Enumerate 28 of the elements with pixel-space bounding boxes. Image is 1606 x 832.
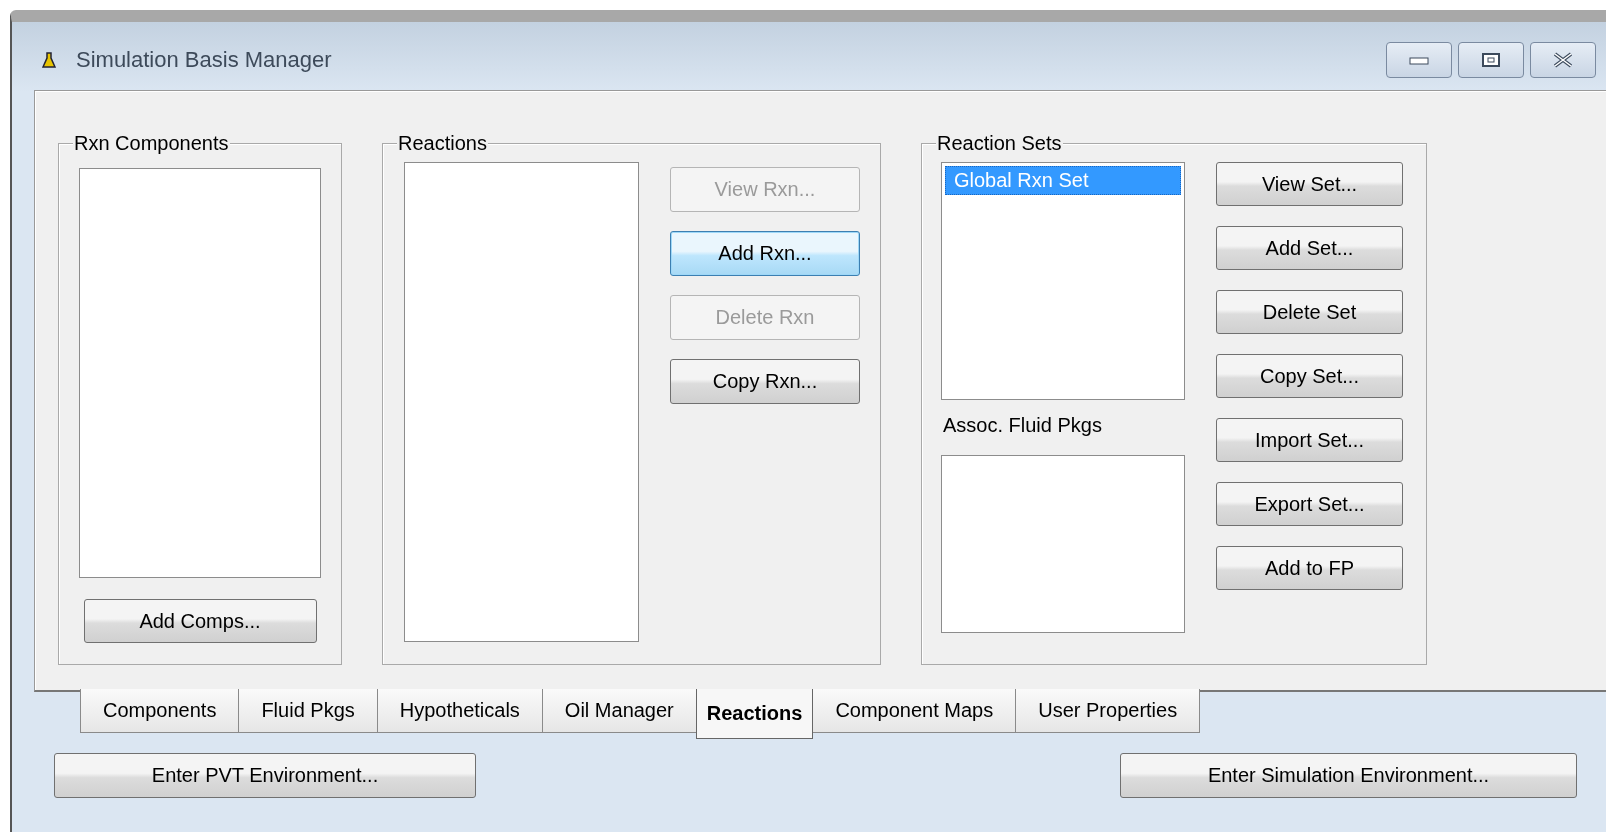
maximize-icon [1481, 52, 1501, 68]
minimize-icon [1409, 55, 1429, 65]
set-button[interactable]: Export Set... [1216, 482, 1403, 526]
tab[interactable]: User Properties [1015, 689, 1201, 733]
set-button[interactable]: Delete Set [1216, 290, 1403, 334]
minimize-button[interactable] [1386, 42, 1452, 78]
close-button[interactable] [1530, 42, 1596, 78]
tab[interactable]: Fluid Pkgs [238, 689, 378, 733]
tab[interactable]: Component Maps [812, 689, 1017, 733]
reaction-button[interactable]: Add Rxn... [670, 231, 860, 276]
set-button[interactable]: Copy Set... [1216, 354, 1403, 398]
tab[interactable]: Reactions [695, 689, 814, 739]
environment-button[interactable]: Enter PVT Environment... [54, 753, 476, 798]
add-comps-button[interactable]: Add Comps... [83, 599, 317, 643]
set-button[interactable]: Import Set... [1216, 418, 1403, 462]
environment-button[interactable]: Enter Simulation Environment... [1120, 753, 1577, 798]
reaction-button[interactable]: Copy Rxn... [670, 359, 860, 404]
tab[interactable]: Components [80, 689, 240, 733]
set-button[interactable]: Add Set... [1216, 226, 1403, 270]
set-button[interactable]: Add to FP [1216, 546, 1403, 590]
tab[interactable]: Hypotheticals [376, 689, 543, 733]
close-icon [1552, 52, 1574, 68]
list-label: Assoc. Fluid Pkgs [942, 414, 1103, 437]
flask-icon [42, 52, 56, 68]
maximize-button[interactable] [1458, 42, 1524, 78]
set-button[interactable]: View Set... [1216, 162, 1403, 206]
window-title: Simulation Basis Manager [76, 47, 332, 73]
tab[interactable]: Oil Manager [541, 689, 697, 733]
